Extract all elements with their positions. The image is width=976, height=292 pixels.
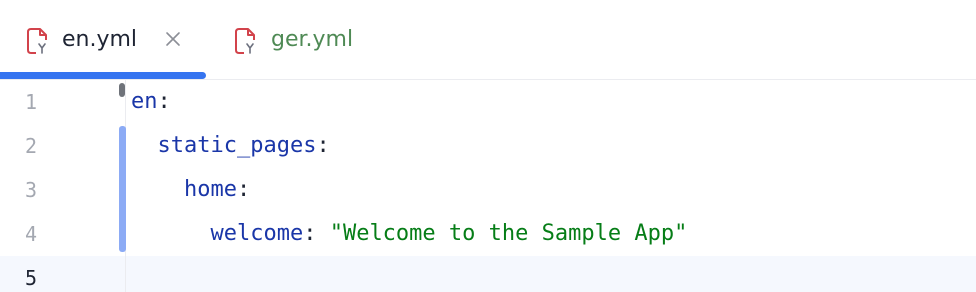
current-line-highlight — [0, 256, 976, 292]
active-tab-indicator — [0, 72, 206, 79]
yaml-colon: : — [316, 133, 330, 158]
line-number: 3 — [25, 178, 38, 202]
line-number: 1 — [25, 90, 38, 114]
line-number: 4 — [25, 222, 38, 246]
line-number-current: 5 — [25, 266, 38, 290]
code-line: welcome: "Welcome to the Sample App" — [131, 212, 687, 256]
code-line: en: — [131, 80, 171, 124]
line-number: 2 — [25, 134, 38, 158]
yaml-file-icon — [27, 28, 47, 54]
yaml-file-icon — [235, 28, 255, 54]
tab-label: en.yml — [62, 27, 138, 52]
close-icon[interactable] — [163, 29, 183, 49]
editor-window: en.yml ger.yml 1 2 3 4 5 en: static_page… — [0, 0, 976, 292]
code-line: static_pages: — [131, 124, 330, 168]
yaml-colon: : — [303, 221, 330, 246]
code-editor[interactable]: 1 2 3 4 5 en: static_pages: home: welcom… — [0, 80, 976, 292]
yaml-string-value: "Welcome to the Sample App" — [329, 221, 688, 246]
yaml-key: welcome — [210, 221, 304, 246]
editor-tab-bar: en.yml ger.yml — [0, 0, 976, 80]
code-line: home: — [131, 168, 250, 212]
tab-en-yml[interactable]: en.yml — [0, 0, 206, 80]
line-number-gutter[interactable]: 1 2 3 4 5 — [0, 80, 110, 292]
tab-ger-yml[interactable]: ger.yml — [220, 0, 390, 80]
yaml-colon: : — [157, 89, 171, 114]
yaml-key: home — [183, 177, 237, 202]
fold-handle[interactable] — [119, 83, 125, 97]
yaml-colon: : — [236, 177, 251, 202]
yaml-key: en — [131, 89, 158, 114]
yaml-key: static_pages — [157, 133, 317, 158]
tab-label: ger.yml — [271, 27, 354, 52]
vcs-change-marker[interactable] — [119, 126, 126, 252]
